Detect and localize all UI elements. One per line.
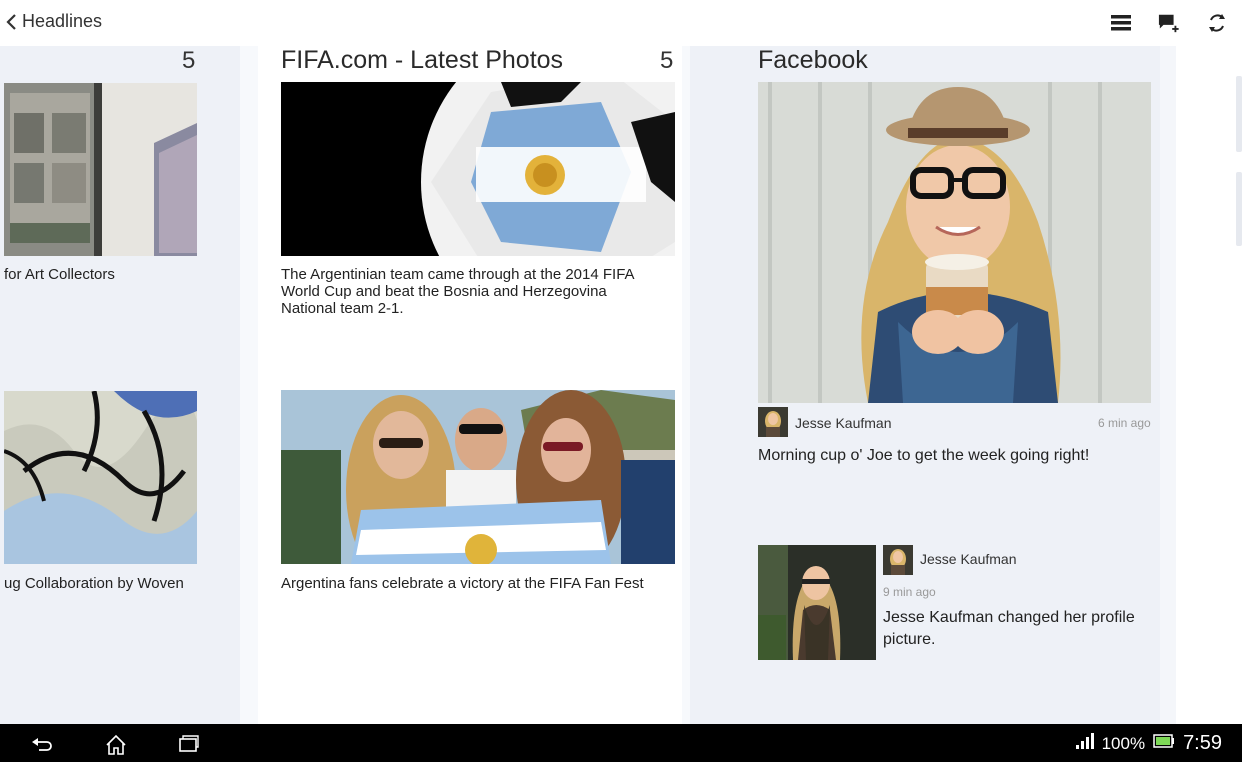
scroll-hint	[1236, 172, 1242, 246]
battery-icon	[1153, 734, 1175, 753]
fifa-photo-2[interactable]	[281, 390, 675, 564]
nav-recent-apps-icon[interactable]	[177, 734, 201, 754]
add-comment-icon[interactable]	[1158, 12, 1180, 34]
fifa-photo-1[interactable]	[281, 82, 675, 256]
fifa-column-count: 5	[660, 47, 674, 74]
back-button[interactable]: Headlines	[4, 11, 102, 32]
post-text[interactable]: Jesse Kaufman changed her profile pictur…	[883, 607, 1148, 651]
post-author[interactable]: Jesse Kaufman	[920, 551, 1017, 567]
fifa-caption-2[interactable]: Argentina fans celebrate a victory at th…	[281, 575, 675, 592]
fifa-caption-1[interactable]: The Argentinian team came through at the…	[281, 266, 661, 317]
facebook-post-photo-2[interactable]	[758, 545, 876, 660]
left-caption-2[interactable]: ug Collaboration by Woven	[4, 575, 240, 592]
left-column-count: 5	[182, 47, 196, 74]
system-navigation-bar: 100% 7:59	[0, 724, 1242, 762]
battery-percent: 100%	[1101, 733, 1146, 753]
nav-back-icon[interactable]	[30, 734, 54, 754]
left-photo-1[interactable]	[4, 83, 197, 256]
clock: 7:59	[1183, 732, 1222, 754]
menu-icon[interactable]	[1110, 12, 1132, 34]
status-area: 100% 7:59	[1075, 732, 1222, 755]
post-time: 6 min ago	[1098, 416, 1151, 430]
left-photo-2[interactable]	[4, 391, 197, 564]
signal-icon	[1075, 733, 1094, 754]
post-author[interactable]: Jesse Kaufman	[795, 415, 892, 431]
top-bar: Headlines	[0, 0, 1242, 46]
facebook-post-photo[interactable]	[758, 82, 1151, 403]
avatar[interactable]	[758, 407, 788, 437]
nav-home-icon[interactable]	[104, 734, 128, 755]
left-caption-1[interactable]: for Art Collectors	[4, 266, 240, 283]
avatar[interactable]	[883, 545, 913, 575]
post-time: 9 min ago	[883, 585, 936, 599]
fifa-column-title[interactable]: FIFA.com - Latest Photos	[281, 46, 563, 75]
refresh-icon[interactable]	[1206, 12, 1228, 34]
scroll-hint	[1236, 76, 1242, 152]
column-divider	[240, 46, 258, 724]
facebook-column-title[interactable]: Facebook	[758, 46, 868, 75]
chevron-left-icon	[6, 13, 16, 30]
post-text[interactable]: Morning cup o' Joe to get the week going…	[758, 445, 1151, 467]
column-divider	[1160, 46, 1176, 724]
back-label: Headlines	[22, 11, 103, 31]
